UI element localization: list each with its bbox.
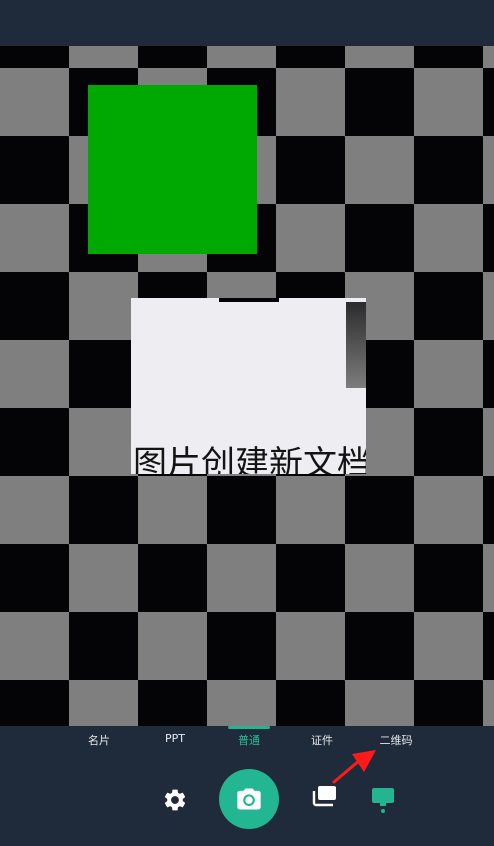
gallery-button[interactable] — [310, 784, 340, 810]
document-preview: 图片创建新文档 — [131, 298, 366, 474]
mode-business-card[interactable]: 名片 — [88, 732, 110, 748]
gallery-icon — [312, 786, 336, 807]
mode-qr-code[interactable]: 二维码 — [380, 732, 413, 748]
preview-edge — [219, 298, 279, 302]
document-text: 图片创建新文档 — [133, 444, 366, 474]
green-square — [88, 85, 257, 254]
gear-icon — [164, 789, 186, 811]
mode-normal[interactable]: 普通 — [238, 732, 260, 748]
document-mode-button[interactable] — [370, 786, 396, 814]
monitor-icon — [372, 788, 394, 813]
preview-shadow — [346, 302, 366, 388]
mode-selector: 名片 PPT 普通 证件 二维码 — [0, 726, 494, 756]
bottom-toolbar: 名片 PPT 普通 证件 二维码 — [0, 726, 494, 846]
shutter-button[interactable] — [219, 769, 279, 829]
top-bar — [0, 0, 494, 46]
camera-icon — [237, 788, 261, 810]
mode-ppt[interactable]: PPT — [165, 732, 185, 745]
camera-viewfinder[interactable]: 图片创建新文档 — [0, 46, 494, 726]
active-mode-indicator — [228, 726, 270, 729]
settings-button[interactable] — [162, 787, 188, 813]
red-arrow-annotation — [332, 750, 376, 784]
